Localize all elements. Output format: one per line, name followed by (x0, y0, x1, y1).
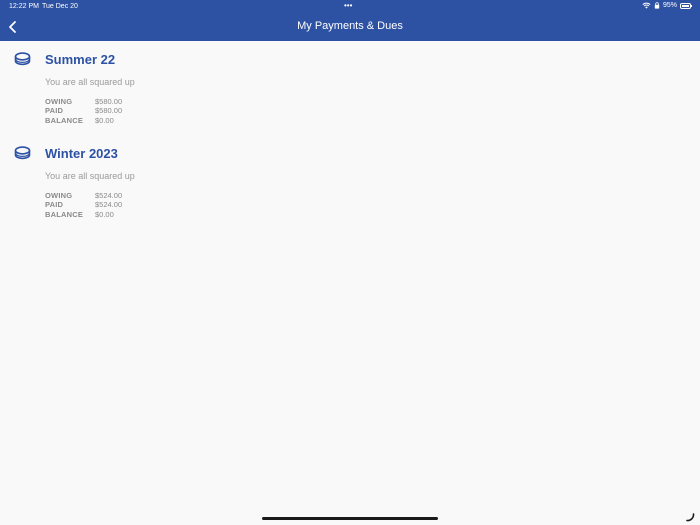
paid-value: $580.00 (95, 106, 123, 116)
owing-label: OWING (45, 97, 73, 106)
season-status: You are all squared up (45, 77, 135, 87)
battery-icon (680, 2, 692, 9)
wifi-icon (642, 2, 651, 9)
home-indicator[interactable] (262, 517, 438, 520)
status-bar: 12:22 PM Tue Dec 20 ••• 95% (0, 0, 700, 13)
owing-row: OWING $524.00 (45, 191, 122, 200)
season-title: Summer 22 (45, 52, 116, 67)
paid-row: PAID $580.00 (45, 106, 122, 115)
paid-label: PAID (45, 106, 64, 116)
page-title: My Payments & Dues (297, 20, 403, 32)
coin-stack-icon (14, 52, 31, 66)
amount-summary: OWING $580.00 PAID $580.00 BALANCE $0.00 (45, 97, 122, 125)
balance-label: BALANCE (45, 115, 84, 125)
payments-list: Summer 22 You are all squared up OWING $… (0, 41, 700, 229)
app-header: 12:22 PM Tue Dec 20 ••• 95% My Payments … (0, 0, 700, 41)
status-time: 12:22 PM (9, 3, 39, 10)
balance-label: BALANCE (45, 209, 84, 219)
paid-row: PAID $524.00 (45, 200, 122, 209)
season-card[interactable]: Summer 22 You are all squared up OWING $… (0, 41, 700, 135)
amount-summary: OWING $524.00 PAID $524.00 BALANCE $0.00 (45, 191, 122, 219)
coin-stack-icon (14, 146, 31, 160)
balance-row: BALANCE $0.00 (45, 116, 122, 125)
orientation-lock-icon (654, 2, 660, 9)
owing-value: $524.00 (95, 191, 123, 200)
owing-row: OWING $580.00 (45, 97, 122, 106)
owing-label: OWING (45, 191, 73, 200)
owing-value: $580.00 (95, 97, 123, 106)
status-indicators: 95% (642, 2, 692, 9)
corner-indicator-icon (686, 513, 695, 522)
season-status: You are all squared up (45, 171, 135, 181)
battery-fill (682, 4, 689, 7)
paid-label: PAID (45, 200, 64, 210)
balance-row: BALANCE $0.00 (45, 210, 122, 219)
balance-value: $0.00 (95, 115, 114, 125)
status-date: Tue Dec 20 (42, 3, 78, 10)
paid-value: $524.00 (95, 200, 123, 210)
season-title: Winter 2023 (45, 146, 118, 161)
battery-percent: 95% (662, 2, 677, 9)
season-card[interactable]: Winter 2023 You are all squared up OWING… (0, 135, 700, 229)
balance-value: $0.00 (95, 209, 114, 219)
multitasking-dots[interactable]: ••• (344, 1, 352, 10)
